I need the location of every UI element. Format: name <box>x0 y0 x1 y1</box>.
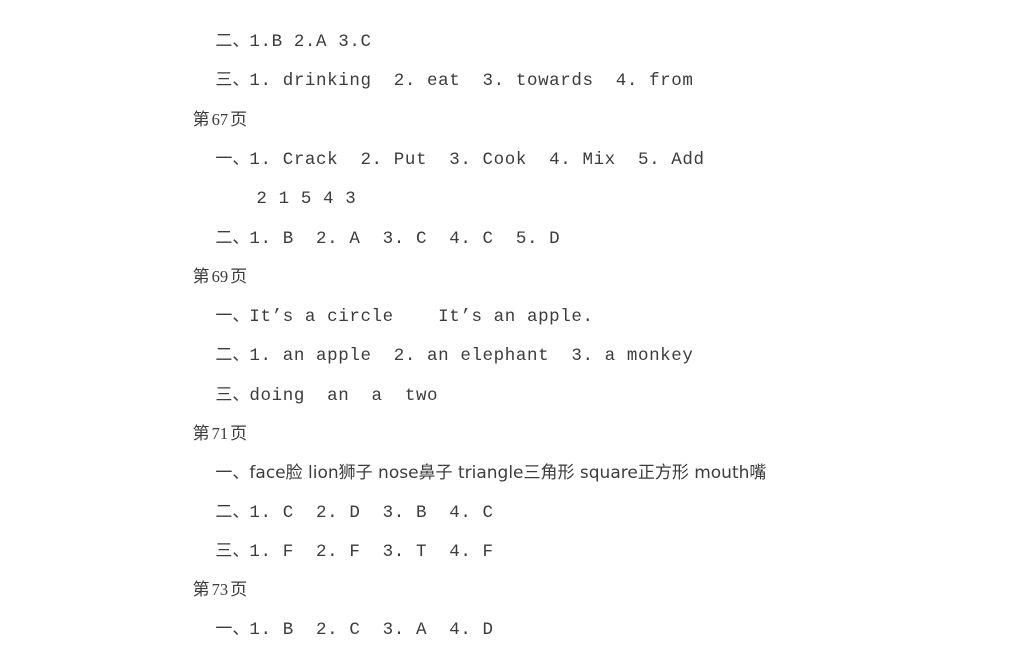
answer-key-page: 二、1.B 2.A 3.C 三、1. drinking 2. eat 3. to… <box>0 0 1024 640</box>
answer-line-text: 1. B 2. C 3. A 4. D <box>249 620 494 640</box>
answer-line-text: doing an a two <box>249 386 439 406</box>
answer-line: 一、1. B 2. C 3. A 4. D <box>171 596 494 663</box>
answer-line-text: 1. B 2. A 3. C 4. C 5. D <box>249 229 561 249</box>
section-marker: 一、 <box>215 619 250 639</box>
answer-line: 三、1. drinking 2. eat 3. towards 4. from <box>171 47 694 114</box>
answer-line-text: 1. F 2. F 3. T 4. F <box>249 542 494 562</box>
answer-line-text: 1. drinking 2. eat 3. towards 4. from <box>249 71 694 91</box>
